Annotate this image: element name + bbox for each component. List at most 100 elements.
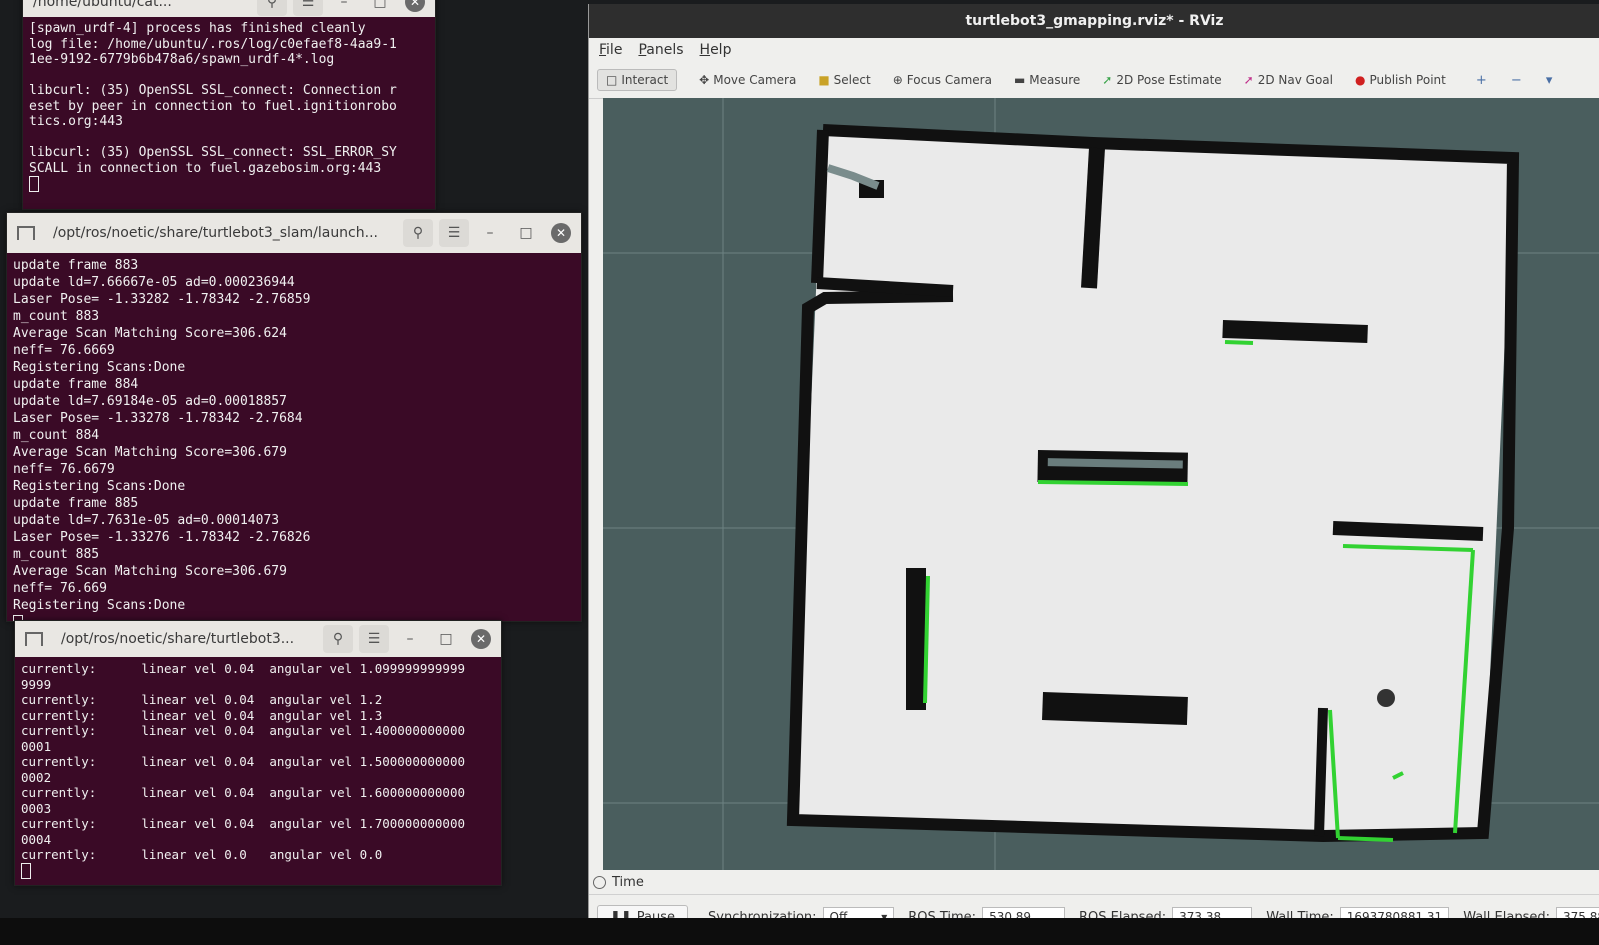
terminal-window-teleop[interactable]: /opt/ros/noetic/share/turtlebot3... ⚲ ☰ …: [14, 620, 502, 886]
tool-2d-pose-estimate[interactable]: ➚ 2D Pose Estimate: [1102, 73, 1221, 87]
menu-bar: File Panels Help: [589, 38, 1599, 62]
tool-focus-camera[interactable]: ⊕ Focus Camera: [893, 73, 992, 87]
terminal-line: Registering Scans:Done: [13, 360, 186, 375]
terminal-line: update frame 884: [13, 377, 139, 392]
maximize-icon[interactable]: □: [431, 625, 461, 653]
terminal-line: neff= 76.6669: [13, 343, 115, 358]
terminal-line: 0004: [21, 831, 52, 847]
rviz-window[interactable]: turtlebot3_gmapping.rviz* - RViz File Pa…: [588, 4, 1599, 945]
search-icon[interactable]: ⚲: [323, 625, 353, 653]
terminal-titlebar[interactable]: /opt/ros/noetic/share/turtlebot3_slam/la…: [7, 213, 581, 253]
tool-label: Measure: [1029, 73, 1081, 87]
occupancy-grid-map: [603, 98, 1599, 870]
tool-label: 2D Nav Goal: [1257, 73, 1333, 87]
maximize-icon[interactable]: □: [365, 0, 395, 16]
minimize-icon[interactable]: –: [475, 219, 505, 247]
terminal-line: SCALL in connection to fuel.gazebosim.or…: [29, 160, 382, 176]
menu-icon[interactable]: ☰: [359, 625, 389, 653]
terminal-line: Laser Pose= -1.33278 -1.78342 -2.7684: [13, 411, 303, 426]
wall-segment: [1332, 521, 1484, 541]
terminal-title: /home/ubuntu/cat...: [33, 0, 172, 10]
terminal-title: /opt/ros/noetic/share/turtlebot3_slam/la…: [53, 225, 378, 241]
tool-move-camera[interactable]: ✥ Move Camera: [699, 73, 796, 87]
menu-file[interactable]: File: [599, 42, 622, 58]
terminal-line: currently: linear vel 0.0 angular vel 0.…: [21, 847, 383, 862]
terminal-line: m_count 883: [13, 309, 100, 324]
pin-icon[interactable]: [25, 632, 43, 646]
terminal-titlebar[interactable]: /opt/ros/noetic/share/turtlebot3... ⚲ ☰ …: [15, 621, 501, 657]
wall-segment: [1081, 147, 1105, 289]
terminal-line: 9999: [21, 676, 52, 692]
terminal-line: 0003: [21, 800, 52, 816]
terminal-line: log file: /home/ubuntu/.ros/log/c0efaef8…: [29, 36, 397, 52]
terminal-line: Laser Pose= -1.33276 -1.78342 -2.76826: [13, 530, 311, 545]
terminal-line: 0002: [21, 769, 52, 785]
tool-label: Move Camera: [713, 73, 797, 87]
terminal-line: currently: linear vel 0.04 angular vel 1…: [21, 692, 383, 707]
terminal-titlebar[interactable]: /home/ubuntu/cat... ⚲ ☰ – □ ✕: [23, 0, 435, 17]
terminal-line: 0001: [21, 738, 52, 754]
terminal-output: currently: linear vel 0.04 angular vel 1…: [15, 657, 501, 883]
nav-goal-icon: ➚: [1243, 73, 1254, 87]
pose-estimate-icon: ➚: [1102, 73, 1113, 87]
terminal-line: libcurl: (35) OpenSSL SSL_connect: SSL_E…: [29, 145, 397, 160]
terminal-line: m_count 884: [13, 428, 100, 443]
minimize-icon[interactable]: –: [395, 625, 425, 653]
obstacle: [906, 568, 926, 710]
terminal-line: update frame 883: [13, 258, 139, 273]
terminal-line: 1ee-9192-6779b6b478a6/spawn_urdf-4*.log: [29, 52, 335, 67]
tool-interact[interactable]: □ Interact: [597, 69, 678, 91]
tool-label: Publish Point: [1369, 73, 1446, 87]
terminal-line: Average Scan Matching Score=306.624: [13, 326, 287, 341]
terminal-line: neff= 76.6679: [13, 462, 115, 477]
screen-bezel: [0, 918, 1599, 945]
terminal-line: update ld=7.66667e-05 ad=0.000236944: [13, 275, 295, 290]
menu-icon[interactable]: ☰: [439, 219, 469, 247]
select-icon: ■: [818, 73, 830, 87]
tool-label: Interact: [621, 73, 669, 87]
menu-help[interactable]: Help: [700, 42, 732, 58]
terminal-line: currently: linear vel 0.04 angular vel 1…: [21, 661, 466, 676]
terminal-output: [spawn_urdf-4] process has finished clea…: [23, 17, 435, 196]
terminal-line: update ld=7.69184e-05 ad=0.00018857: [13, 394, 287, 409]
minimize-icon[interactable]: –: [329, 0, 359, 16]
close-icon[interactable]: ✕: [551, 223, 571, 243]
tool-measure[interactable]: ▬ Measure: [1014, 73, 1080, 87]
tool-label: Select: [833, 73, 871, 87]
terminal-line: currently: linear vel 0.04 angular vel 1…: [21, 723, 466, 738]
wall-segment: [816, 277, 954, 297]
wall-segment: [811, 129, 829, 284]
pin-icon[interactable]: [17, 226, 35, 240]
terminal-line: m_count 885: [13, 547, 100, 562]
menu-icon[interactable]: ☰: [293, 0, 323, 16]
tool-2d-nav-goal[interactable]: ➚ 2D Nav Goal: [1244, 73, 1333, 87]
tool-label: Focus Camera: [906, 73, 992, 87]
search-icon[interactable]: ⚲: [257, 0, 287, 16]
terminal-output: update frame 883 update ld=7.66667e-05 ad…: [7, 253, 581, 621]
rviz-titlebar[interactable]: turtlebot3_gmapping.rviz* - RViz: [589, 4, 1599, 38]
terminal-window-slam[interactable]: /opt/ros/noetic/share/turtlebot3_slam/la…: [6, 212, 582, 622]
terminal-title: /opt/ros/noetic/share/turtlebot3...: [61, 631, 295, 647]
terminal-line: update frame 885: [13, 496, 139, 511]
terminal-line: currently: linear vel 0.04 angular vel 1…: [21, 816, 466, 831]
map-viewport[interactable]: [603, 98, 1599, 870]
search-icon[interactable]: ⚲: [403, 219, 433, 247]
obstacle: [1042, 692, 1188, 726]
tool-publish-point[interactable]: ● Publish Point: [1355, 73, 1446, 87]
terminal-window-top[interactable]: /home/ubuntu/cat... ⚲ ☰ – □ ✕ [spawn_urd…: [22, 0, 436, 210]
close-icon[interactable]: ✕: [471, 629, 491, 649]
tool-bar: □ Interact ✥ Move Camera ■ Select ⊕ Focus Ca…: [589, 62, 1599, 99]
terminal-line: [spawn_urdf-4] process has finished clea…: [29, 21, 366, 36]
menu-panels[interactable]: Panels: [638, 42, 683, 58]
close-icon[interactable]: ✕: [405, 0, 425, 12]
maximize-icon[interactable]: □: [511, 219, 541, 247]
terminal-line: currently: linear vel 0.04 angular vel 1…: [21, 785, 466, 800]
terminal-line: eset by peer in connection to fuel.ignit…: [29, 98, 397, 114]
interact-icon: □: [606, 73, 618, 87]
robot-marker: [1377, 689, 1395, 707]
time-panel-header: Time: [589, 870, 1599, 895]
terminal-line: Registering Scans:Done: [13, 598, 186, 613]
toolbar-add-remove-icons[interactable]: + − ▾: [1476, 73, 1563, 88]
tool-select[interactable]: ■ Select: [818, 73, 870, 87]
